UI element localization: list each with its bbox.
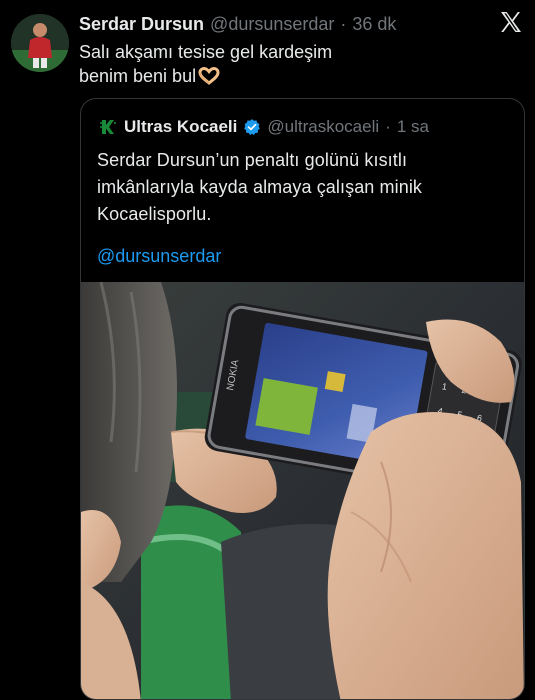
ultras-kocaeli-logo-icon[interactable] [98, 117, 118, 137]
quoted-post-time[interactable]: 1 sa [397, 117, 429, 137]
heart-hands-emoji-icon [198, 66, 220, 91]
post-text-line-2-text: benim beni bul [79, 66, 197, 86]
post-text: Salı akşamı tesise gel kardeşim benim be… [79, 40, 409, 91]
verified-badge-icon [244, 119, 261, 136]
quoted-post-text: Serdar Dursun’un penaltı golünü kısıtlı … [97, 150, 423, 224]
post-time[interactable]: 36 dk [352, 14, 396, 35]
quoted-author-handle[interactable]: @ultraskocaeli [267, 117, 379, 137]
quoted-post-header: Ultras Kocaeli @ultraskocaeli · 1 sa [98, 115, 429, 139]
post-text-line-1: Salı akşamı tesise gel kardeşim [79, 42, 333, 62]
quoted-post-media-image[interactable]: NOKIA 123 456 789 0 [81, 282, 524, 700]
author-avatar[interactable] [11, 14, 69, 72]
author-handle[interactable]: @dursunserdar [210, 14, 334, 35]
quoted-post-card[interactable]: Ultras Kocaeli @ultraskocaeli · 1 sa Ser… [80, 98, 525, 700]
quoted-separator-dot: · [385, 117, 391, 136]
post-header: Serdar Dursun @dursunserdar · 36 dk [79, 12, 495, 36]
author-name[interactable]: Serdar Dursun [79, 14, 204, 35]
post-text-line-2: benim beni bul [79, 64, 409, 91]
separator-dot: · [340, 13, 347, 34]
quoted-author-name[interactable]: Ultras Kocaeli [124, 117, 237, 137]
quoted-post-mention-link[interactable]: @dursunserdar [97, 246, 221, 267]
avatar-photo [11, 14, 69, 72]
x-logo-icon[interactable] [499, 10, 523, 34]
